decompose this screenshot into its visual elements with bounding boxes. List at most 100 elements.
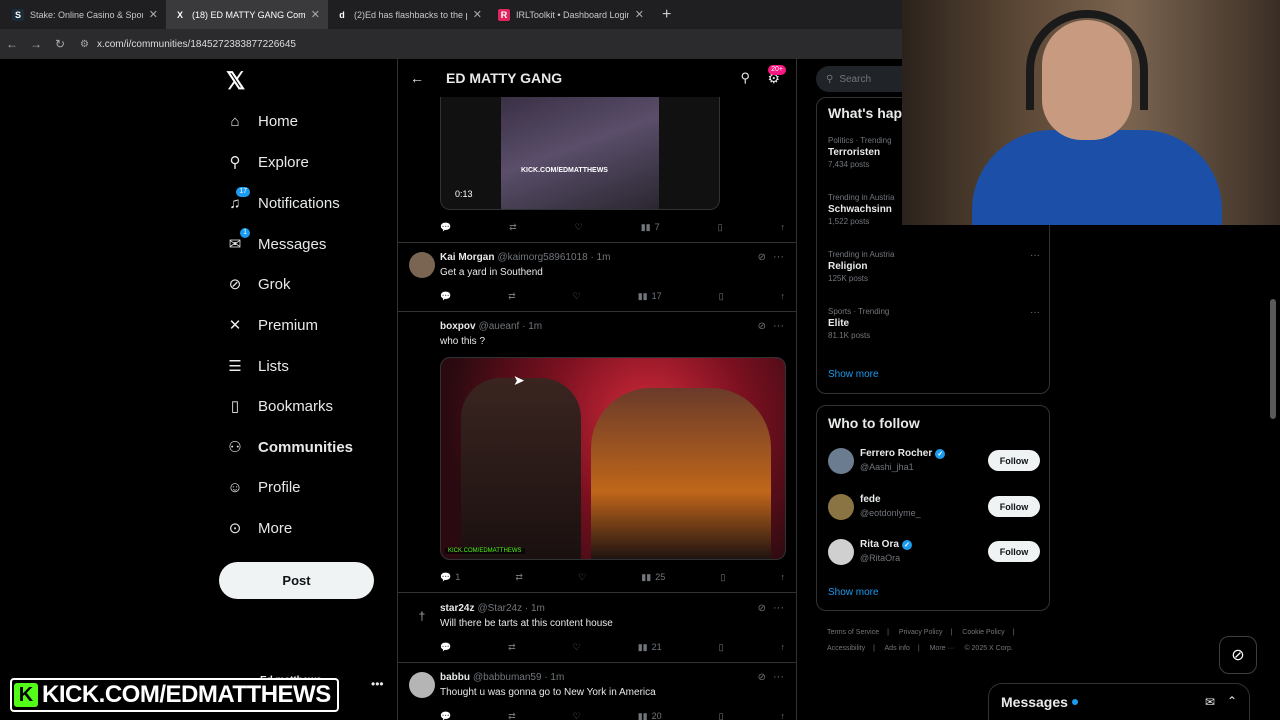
nav-lists[interactable]: ☰ Lists	[226, 357, 289, 376]
author-handle[interactable]: @babbuman59	[473, 672, 542, 683]
more-icon[interactable]: ···	[773, 602, 784, 614]
share-icon[interactable]: ↑	[780, 291, 785, 301]
show-more-link[interactable]: Show more	[828, 587, 879, 598]
bookmark-icon[interactable]: ▯	[719, 642, 724, 653]
avatar[interactable]	[828, 448, 854, 474]
suggestion-name[interactable]: Rita Ora ✓	[860, 539, 912, 550]
close-icon[interactable]: ✕	[635, 8, 644, 21]
author-handle[interactable]: @Star24z	[477, 603, 522, 614]
grok-icon[interactable]: ⊘	[758, 252, 766, 263]
like-icon[interactable]: ♡	[573, 642, 581, 653]
share-icon[interactable]: ↑	[780, 711, 785, 720]
follow-button[interactable]: Follow	[988, 541, 1040, 562]
more-icon[interactable]: ···	[773, 671, 784, 683]
avatar[interactable]: †	[409, 603, 435, 629]
avatar[interactable]	[828, 539, 854, 565]
bookmark-icon[interactable]: ▯	[719, 291, 724, 302]
grok-icon[interactable]: ⊘	[758, 672, 766, 683]
browser-tab[interactable]: S Stake: Online Casino & Sports B ✕	[4, 0, 166, 29]
share-icon[interactable]: ↑	[780, 222, 785, 232]
trend-more-icon[interactable]: ···	[1030, 307, 1040, 318]
close-icon[interactable]: ✕	[473, 8, 482, 21]
author-name[interactable]: Kai Morgan	[440, 252, 494, 263]
follow-button[interactable]: Follow	[988, 450, 1040, 471]
views-icon[interactable]: ▮▮ 20	[638, 711, 662, 720]
url-field[interactable]: ⚙ x.com/i/communities/184527238387722664…	[80, 39, 296, 50]
nav-messages[interactable]: ✉ 1 Messages	[226, 228, 326, 253]
avatar[interactable]	[409, 252, 435, 278]
author-name[interactable]: boxpov	[440, 321, 476, 332]
close-icon[interactable]: ✕	[149, 8, 158, 21]
retweet-icon[interactable]: ⇄	[508, 291, 516, 302]
reply-icon[interactable]: 💬 1	[440, 572, 460, 583]
author-name[interactable]: star24z	[440, 603, 474, 614]
like-icon[interactable]: ♡	[575, 222, 583, 233]
author-handle[interactable]: @aueanf	[479, 321, 520, 332]
nav-premium[interactable]: ✕ Premium	[226, 316, 318, 335]
share-icon[interactable]: ↑	[780, 642, 785, 652]
views-icon[interactable]: ▮▮ 7	[641, 222, 660, 233]
video-player[interactable]: KICK.COM/EDMATTHEWS 0:13	[440, 97, 720, 210]
footer-link[interactable]: Ads info	[885, 645, 910, 652]
more-icon[interactable]: ···	[773, 320, 784, 332]
back-icon[interactable]: ←	[0, 37, 24, 51]
grok-icon[interactable]: ⊘	[1219, 636, 1257, 674]
nav-grok[interactable]: ⊘ Grok	[226, 275, 291, 294]
reload-icon[interactable]: ↻	[48, 37, 72, 51]
views-icon[interactable]: ▮▮ 17	[638, 291, 662, 302]
like-icon[interactable]: ♡	[578, 572, 586, 583]
reply-icon[interactable]: 💬	[440, 222, 451, 233]
nav-explore[interactable]: ⚲ Explore	[226, 153, 309, 172]
post-button[interactable]: Post	[219, 562, 374, 599]
footer-link[interactable]: Accessibility	[827, 645, 865, 652]
retweet-icon[interactable]: ⇄	[509, 222, 517, 233]
like-icon[interactable]: ♡	[573, 291, 581, 302]
reply-icon[interactable]: 💬	[440, 711, 451, 720]
nav-home[interactable]: ⌂ Home	[226, 112, 298, 130]
author-handle[interactable]: @kaimorg58961018	[497, 252, 587, 263]
back-arrow-icon[interactable]: ←	[410, 70, 424, 86]
retweet-icon[interactable]: ⇄	[515, 572, 523, 583]
show-more-link[interactable]: Show more	[828, 369, 879, 380]
nav-communities[interactable]: ⚇ Communities	[226, 438, 353, 457]
retweet-icon[interactable]: ⇄	[508, 642, 516, 653]
x-logo-icon[interactable]: 𝕏	[226, 67, 245, 96]
trend-more-icon[interactable]: ···	[1030, 250, 1040, 261]
search-icon[interactable]: ⚲	[740, 70, 750, 86]
tweet-video[interactable]: KICK.COM/EDMATTHEWS	[440, 357, 786, 560]
trend-item[interactable]: Trending in Austria Religion 125K posts …	[828, 250, 1040, 283]
nav-bookmarks[interactable]: ▯ Bookmarks	[226, 397, 333, 416]
avatar[interactable]	[409, 672, 435, 698]
footer-link[interactable]: More ···	[930, 645, 955, 652]
follow-button[interactable]: Follow	[988, 496, 1040, 517]
new-message-icon[interactable]: ✉	[1205, 695, 1215, 709]
nav-more[interactable]: ⊙ More	[226, 519, 292, 538]
browser-tab[interactable]: R IRLToolkit • Dashboard Login ✕	[490, 0, 652, 29]
nav-profile[interactable]: ☺ Profile	[226, 478, 300, 496]
footer-link[interactable]: Terms of Service	[827, 629, 879, 636]
avatar[interactable]	[828, 494, 854, 520]
new-tab-icon[interactable]: +	[652, 6, 681, 24]
retweet-icon[interactable]: ⇄	[508, 711, 516, 720]
like-icon[interactable]: ♡	[573, 711, 581, 720]
site-info-icon[interactable]: ⚙	[80, 39, 89, 50]
browser-tab-active[interactable]: X (18) ED MATTY GANG Commun ✕	[166, 0, 328, 29]
nav-notifications[interactable]: ♫ 17 Notifications	[226, 187, 340, 212]
more-icon[interactable]: ···	[773, 251, 784, 263]
reply-icon[interactable]: 💬	[440, 642, 451, 653]
grok-icon[interactable]: ⊘	[758, 321, 766, 332]
footer-link[interactable]: Cookie Policy	[962, 629, 1004, 636]
bookmark-icon[interactable]: ▯	[718, 222, 723, 233]
close-icon[interactable]: ✕	[311, 8, 320, 21]
share-icon[interactable]: ↑	[780, 572, 785, 582]
account-more-icon[interactable]: •••	[371, 677, 384, 691]
views-icon[interactable]: ▮▮ 25	[641, 572, 665, 583]
views-icon[interactable]: ▮▮ 21	[638, 642, 662, 653]
grok-icon[interactable]: ⊘	[758, 603, 766, 614]
forward-icon[interactable]: →	[24, 37, 48, 51]
messages-drawer[interactable]: Messages ✉ ⌃	[988, 683, 1250, 720]
expand-icon[interactable]: ⌃	[1227, 694, 1237, 708]
suggestion-name[interactable]: fede	[860, 494, 881, 505]
reply-icon[interactable]: 💬	[440, 291, 451, 302]
trend-item[interactable]: Sports · Trending Elite 81.1K posts ···	[828, 307, 1040, 340]
